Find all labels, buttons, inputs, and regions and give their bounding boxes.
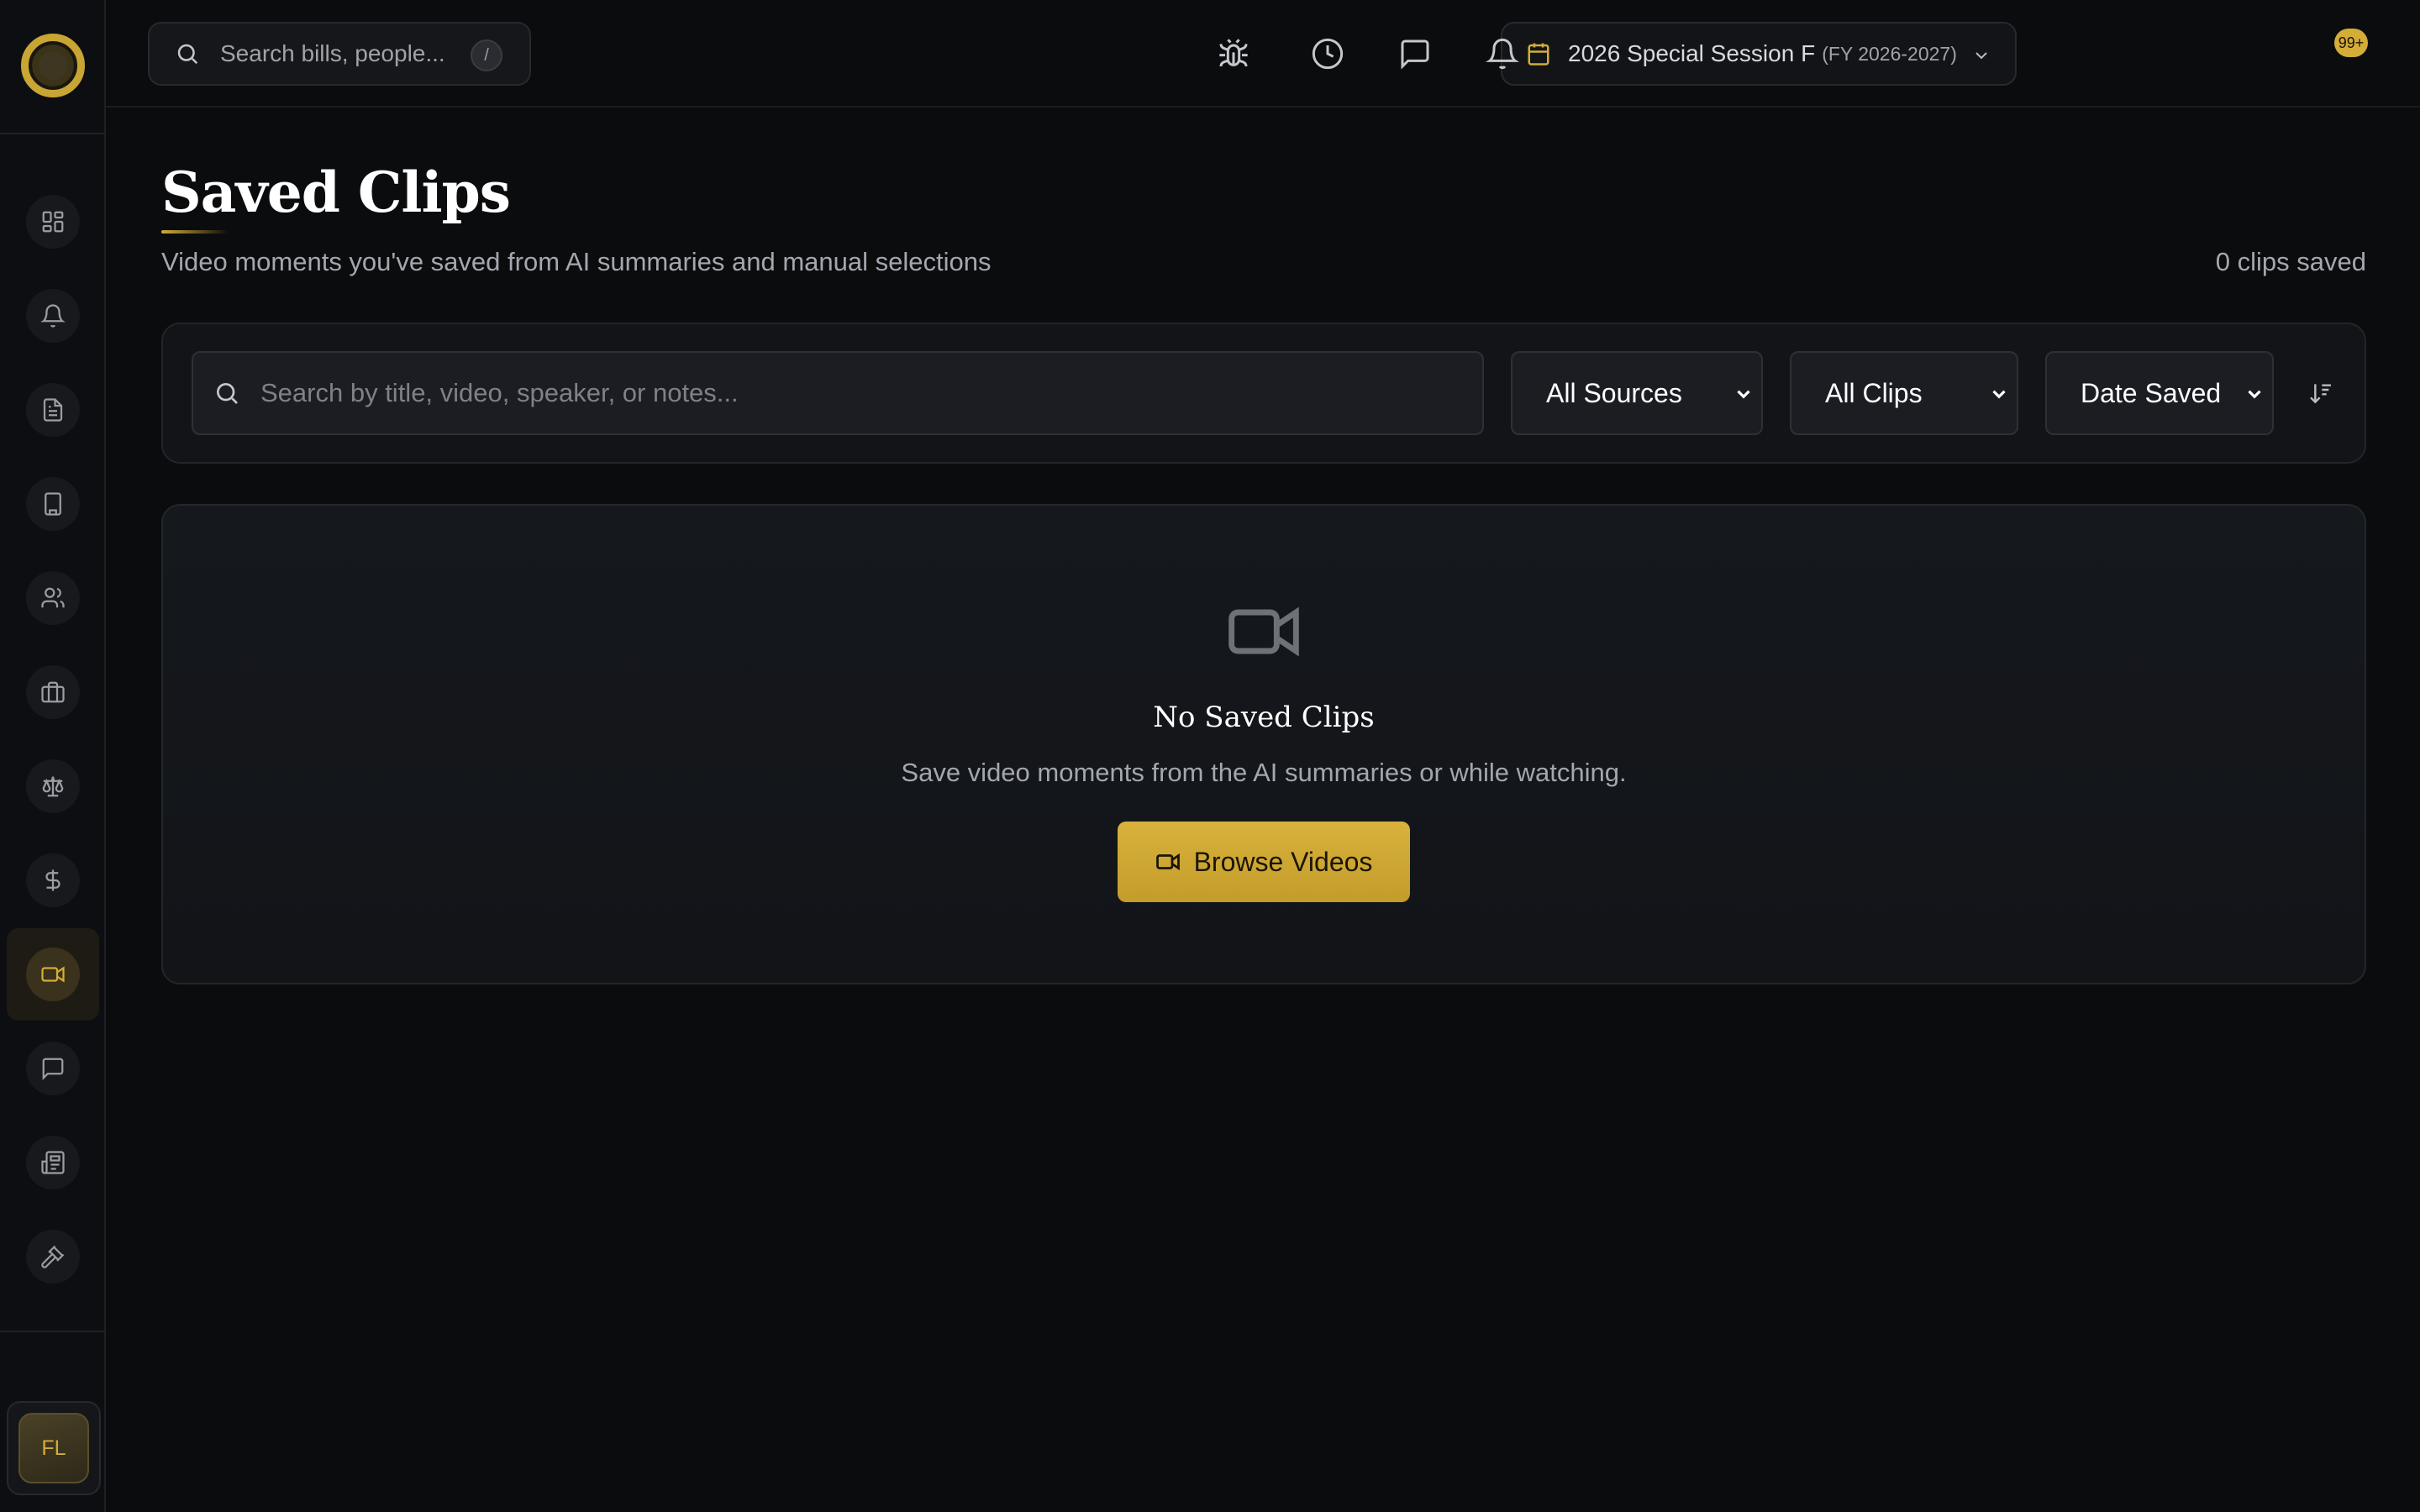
chevron-down-icon xyxy=(2244,383,2265,405)
clock-icon xyxy=(1311,37,1344,71)
sidebar-item-dashboard[interactable] xyxy=(26,195,80,249)
scale-icon xyxy=(40,774,66,799)
search-icon xyxy=(213,380,240,407)
sidebar-item-budget[interactable] xyxy=(26,853,80,907)
notification-badge: 99+ xyxy=(2334,29,2368,57)
chat-button[interactable] xyxy=(1392,30,1439,77)
global-search[interactable]: Search bills, people... / xyxy=(148,22,531,86)
sort-descending-icon xyxy=(2307,380,2334,407)
sidebar-item-messages[interactable] xyxy=(26,1042,80,1095)
dashboard-icon xyxy=(40,209,66,234)
sort-select[interactable]: Date Saved xyxy=(2045,351,2274,435)
sidebar-item-alerts[interactable] xyxy=(26,289,80,343)
message-square-icon xyxy=(1398,37,1432,71)
sidebar-item-lobbyists[interactable] xyxy=(26,665,80,719)
sidebar: FL xyxy=(0,0,106,1512)
browse-videos-button[interactable]: Browse Videos xyxy=(1118,822,1410,902)
video-icon xyxy=(1155,849,1181,874)
session-selector[interactable]: 2026 Special Session F (FY 2026-2027) xyxy=(1501,22,2017,86)
chevron-down-icon xyxy=(1971,45,1991,66)
shortcut-hint: / xyxy=(471,39,502,71)
bug-icon xyxy=(1217,37,1250,71)
avatar: FL xyxy=(18,1413,89,1483)
document-icon xyxy=(40,397,66,423)
dollar-icon xyxy=(40,868,66,893)
browse-videos-label: Browse Videos xyxy=(1193,846,1373,877)
sidebar-item-bills[interactable] xyxy=(26,383,80,437)
notifications-button[interactable] xyxy=(1479,30,1526,77)
title-underline xyxy=(161,230,229,234)
message-icon xyxy=(40,1056,66,1081)
empty-state: No Saved Clips Save video moments from t… xyxy=(161,504,2366,984)
user-menu[interactable]: FL xyxy=(7,1401,101,1495)
sort-direction-button[interactable] xyxy=(2296,368,2346,418)
source-filter-value: All Sources xyxy=(1546,377,1682,408)
history-button[interactable] xyxy=(1304,30,1351,77)
sidebar-divider xyxy=(0,1331,104,1332)
video-camera-icon xyxy=(1225,593,1302,670)
sidebar-item-news[interactable] xyxy=(26,1136,80,1189)
clip-type-filter-select[interactable]: All Clips xyxy=(1790,351,2018,435)
chevron-down-icon xyxy=(1988,383,2010,405)
clip-search-placeholder: Search by title, video, speaker, or note… xyxy=(260,378,739,407)
sidebar-item-videos[interactable] xyxy=(26,948,80,1001)
building-icon xyxy=(40,491,66,517)
bell-icon xyxy=(1486,37,1519,71)
app-logo[interactable] xyxy=(21,34,85,97)
clip-type-filter-value: All Clips xyxy=(1825,377,1923,408)
bell-icon xyxy=(40,303,66,328)
gavel-icon xyxy=(40,1244,66,1269)
page-subtitle: Video moments you've saved from AI summa… xyxy=(161,247,992,276)
bug-report-button[interactable] xyxy=(1210,30,1257,77)
source-filter-select[interactable]: All Sources xyxy=(1511,351,1763,435)
briefcase-icon xyxy=(40,680,66,705)
calendar-icon xyxy=(1526,41,1551,66)
newspaper-icon xyxy=(40,1150,66,1175)
clips-count: 0 clips saved xyxy=(2215,247,2366,276)
session-name: 2026 Special Session F xyxy=(1568,40,1816,66)
sort-select-value: Date Saved xyxy=(2081,377,2222,408)
session-fiscal-year: (FY 2026-2027) xyxy=(1822,42,1957,65)
sidebar-item-legal[interactable] xyxy=(26,759,80,813)
users-icon xyxy=(40,585,66,611)
sidebar-item-hearings[interactable] xyxy=(26,1230,80,1284)
logo-area xyxy=(0,0,104,134)
topbar: Search bills, people... / 2026 Special S… xyxy=(106,0,2420,108)
search-icon xyxy=(175,41,200,66)
global-search-placeholder: Search bills, people... xyxy=(220,40,445,66)
chevron-down-icon xyxy=(1733,383,1754,405)
sidebar-item-buildings[interactable] xyxy=(26,477,80,531)
video-icon xyxy=(40,962,66,987)
empty-state-text: Save video moments from the AI summaries… xyxy=(901,758,1627,787)
clip-search-input[interactable]: Search by title, video, speaker, or note… xyxy=(192,351,1484,435)
sidebar-item-people[interactable] xyxy=(26,571,80,625)
page-title: Saved Clips xyxy=(161,160,511,225)
empty-state-title: No Saved Clips xyxy=(1153,701,1375,734)
filter-bar: Search by title, video, speaker, or note… xyxy=(161,323,2366,464)
